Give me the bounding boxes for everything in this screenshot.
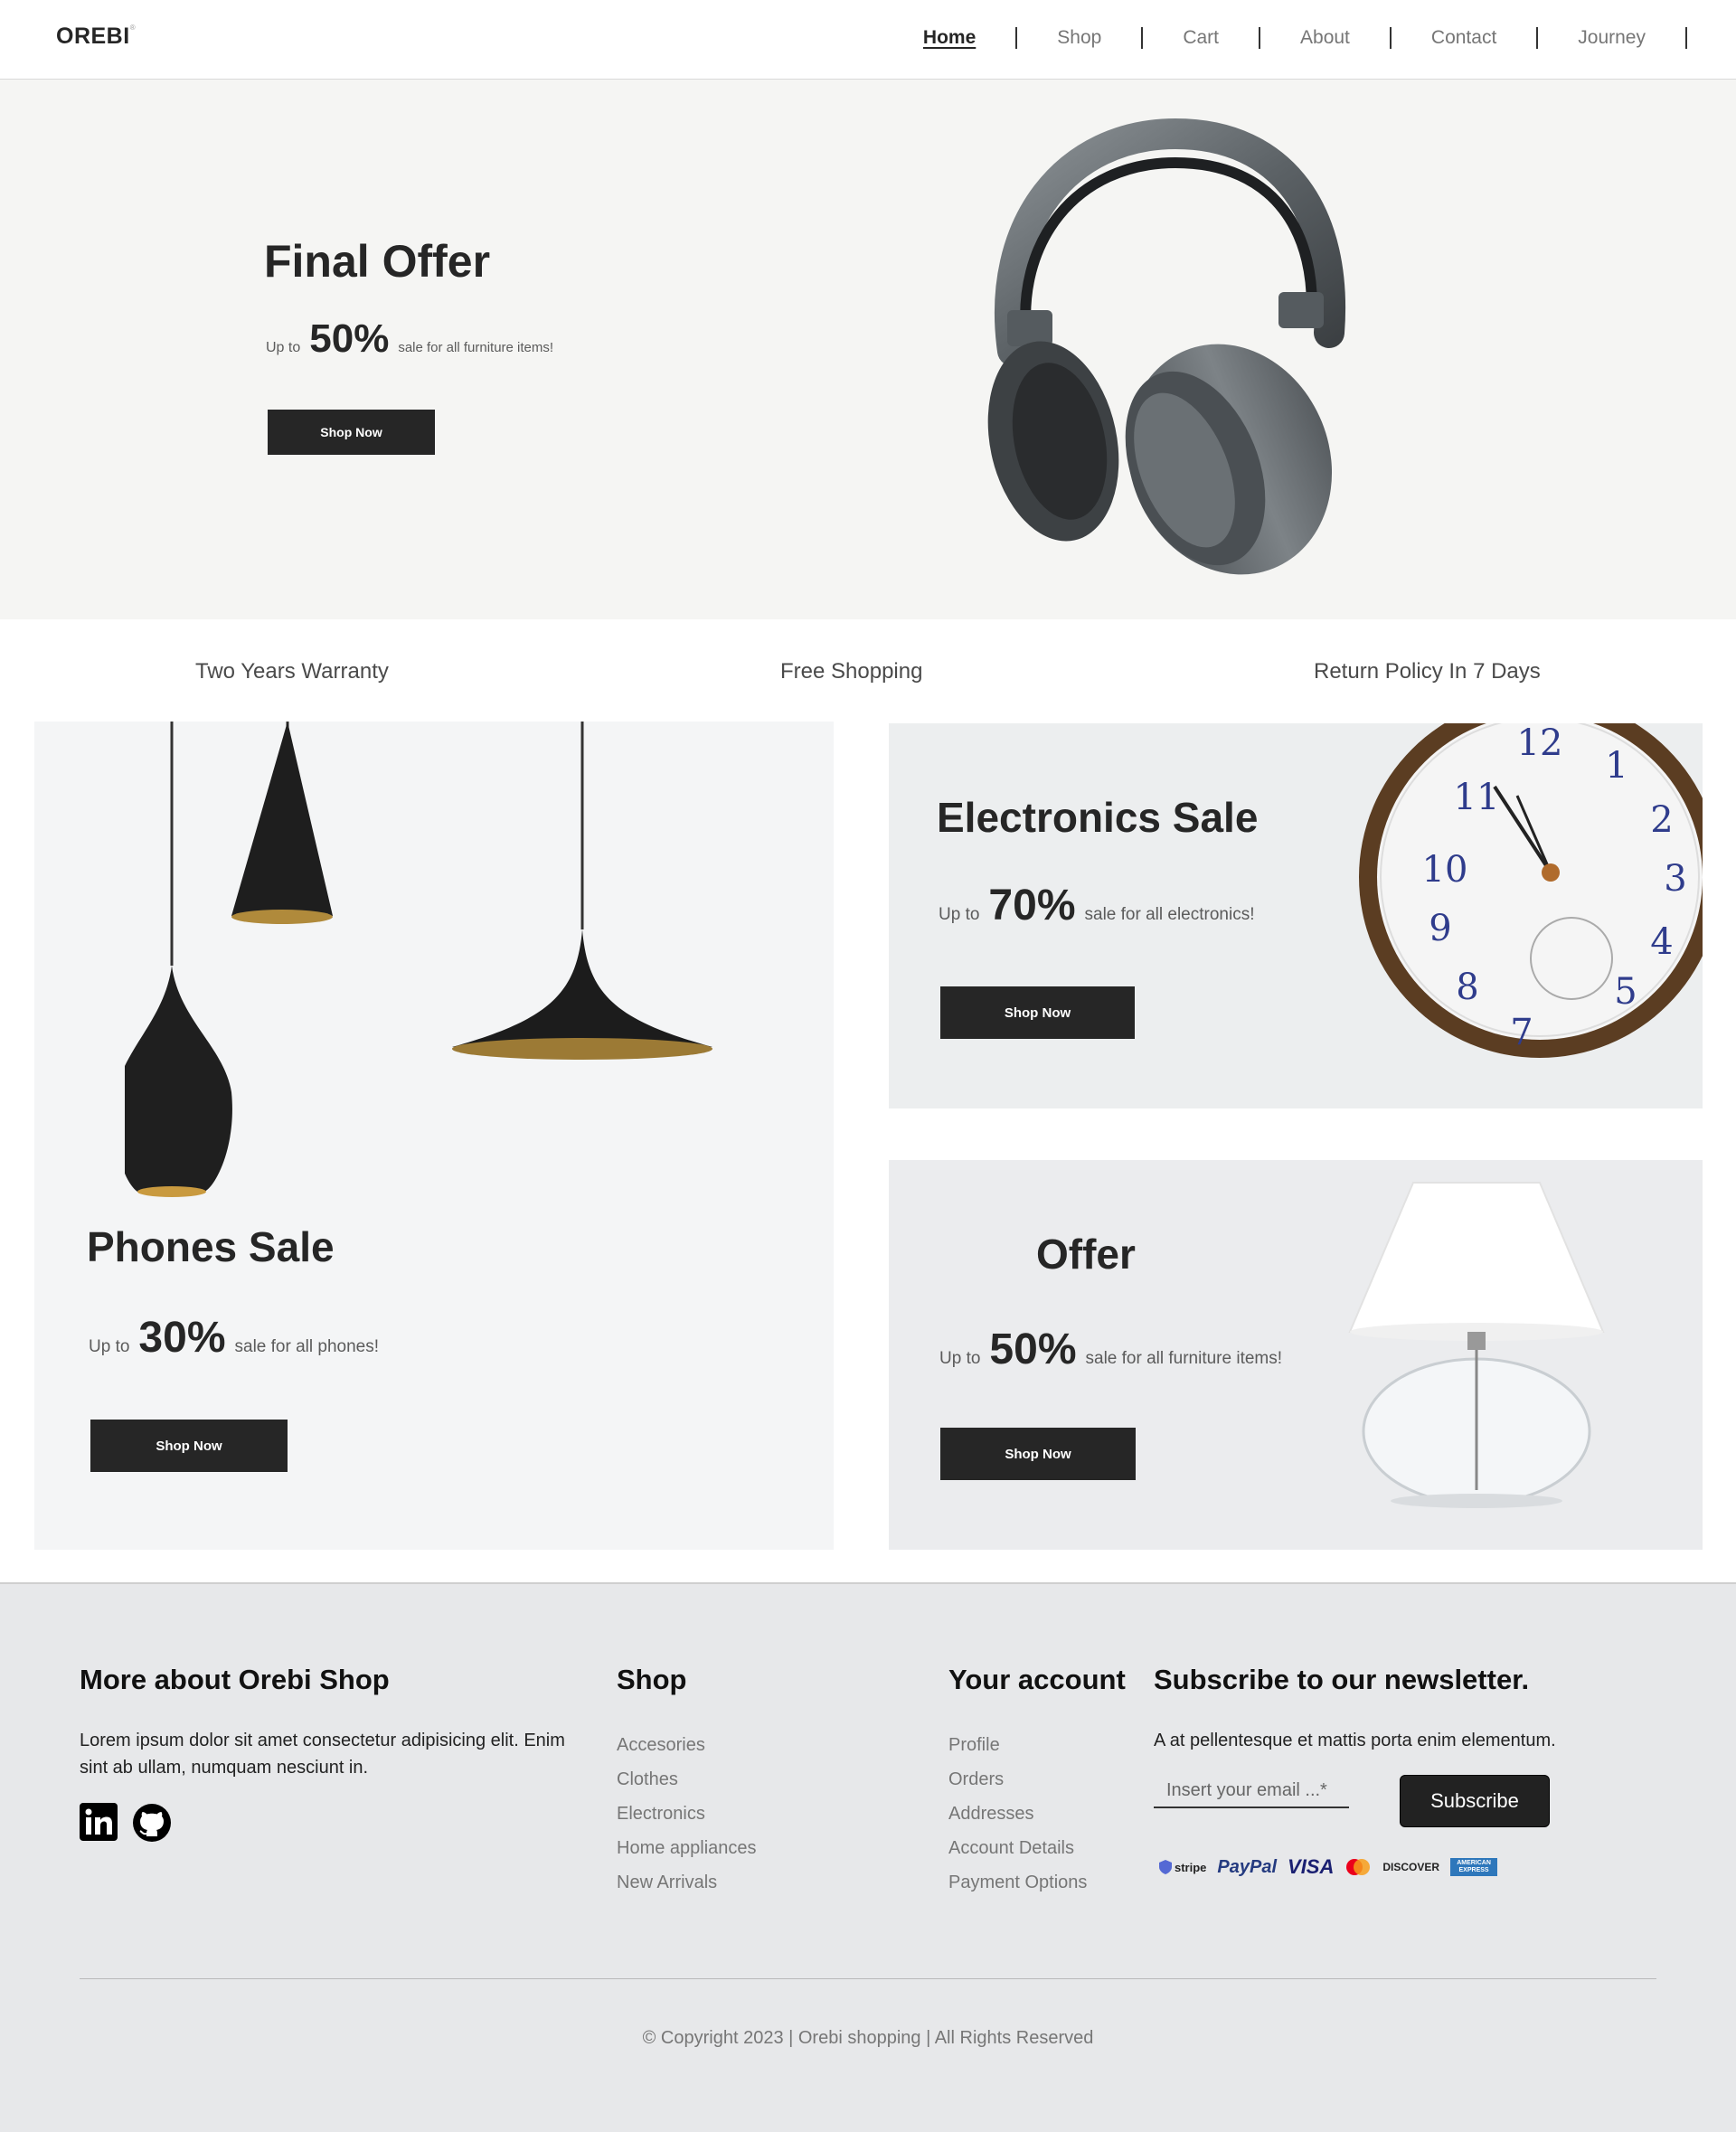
- phones-up-to: Up to: [89, 1337, 130, 1356]
- svg-text:1: 1: [1605, 745, 1628, 787]
- brand-logo[interactable]: OREBI®: [56, 24, 136, 50]
- electronics-up-to: Up to: [939, 905, 980, 924]
- github-icon[interactable]: [132, 1803, 172, 1843]
- hero-title: Final Offer: [264, 236, 491, 287]
- hero-offer-line: Up to 50% sale for all furniture items!: [266, 316, 553, 362]
- svg-text:12: 12: [1517, 723, 1563, 764]
- footer-link-orders[interactable]: Orders: [948, 1762, 1087, 1797]
- svg-text:10: 10: [1422, 849, 1468, 891]
- nav-home[interactable]: Home: [883, 27, 1018, 49]
- svg-text:4: 4: [1650, 921, 1673, 963]
- footer-link-clothes[interactable]: Clothes: [617, 1762, 757, 1797]
- feature-return-policy: Return Policy In 7 Days: [1314, 659, 1541, 684]
- svg-text:8: 8: [1456, 967, 1478, 1008]
- feature-shipping: Free Shopping: [780, 659, 923, 684]
- electronics-sale-title: Electronics Sale: [937, 794, 1259, 841]
- electronics-shop-now-button[interactable]: Shop Now: [940, 986, 1135, 1039]
- nav-cart[interactable]: Cart: [1143, 27, 1261, 49]
- footer-link-payment-options[interactable]: Payment Options: [948, 1865, 1087, 1900]
- hero-shop-now-button[interactable]: Shop Now: [268, 410, 435, 455]
- footer-shop-heading: Shop: [617, 1664, 687, 1695]
- footer-divider: [80, 1978, 1656, 1979]
- svg-text:2: 2: [1650, 799, 1673, 841]
- offer-offer-line: Up to 50% sale for all furniture items!: [939, 1325, 1282, 1374]
- newsletter-email-input[interactable]: [1154, 1774, 1349, 1808]
- social-links: [80, 1803, 172, 1843]
- mastercard-logo: [1346, 1859, 1371, 1875]
- footer-link-electronics[interactable]: Electronics: [617, 1797, 757, 1831]
- footer-account-links: Profile Orders Addresses Account Details…: [948, 1728, 1087, 1900]
- clock-image: 12 1 2 3 4 5 7 8 9 10 11: [1359, 723, 1703, 1058]
- nav-shop[interactable]: Shop: [1017, 27, 1144, 49]
- discover-logo: DISCOVER: [1382, 1861, 1440, 1873]
- headphones-image: [987, 118, 1345, 575]
- visa-logo: VISA: [1288, 1855, 1335, 1878]
- main-nav: Home Shop Cart About Contact Journey: [883, 27, 1687, 49]
- electronics-offer-line: Up to 70% sale for all electronics!: [939, 881, 1254, 930]
- offer-title: Offer: [1036, 1231, 1136, 1278]
- shield-icon: [1159, 1860, 1172, 1874]
- copyright-text: © Copyright 2023 | Orebi shopping | All …: [642, 2028, 1094, 2048]
- footer-newsletter-text: A at pellentesque et mattis porta enim e…: [1154, 1731, 1556, 1750]
- paypal-logo: PayPal: [1217, 1856, 1278, 1877]
- hero-up-to: Up to: [266, 340, 301, 355]
- offer-description: sale for all furniture items!: [1085, 1349, 1283, 1368]
- footer-link-addresses[interactable]: Addresses: [948, 1797, 1087, 1831]
- electronics-description: sale for all electronics!: [1084, 905, 1255, 924]
- payment-methods: stripe PayPal VISA DISCOVER AMERICAN EXP…: [1159, 1855, 1498, 1879]
- footer-about-heading: More about Orebi Shop: [80, 1664, 390, 1695]
- offer-percent: 50%: [989, 1325, 1077, 1373]
- footer-link-accesories[interactable]: Accesories: [617, 1728, 757, 1762]
- hero-percent: 50%: [309, 316, 390, 361]
- phones-offer-line: Up to 30% sale for all phones!: [89, 1313, 379, 1363]
- nav-journey[interactable]: Journey: [1538, 27, 1687, 49]
- promo-offer: Offer Up to 50% sale for all furniture i…: [889, 1160, 1703, 1550]
- footer-link-home-appliances[interactable]: Home appliances: [617, 1831, 757, 1865]
- electronics-percent: 70%: [988, 882, 1076, 929]
- linkedin-icon[interactable]: [80, 1803, 118, 1841]
- svg-text:5: 5: [1614, 971, 1637, 1013]
- svg-text:3: 3: [1664, 858, 1686, 900]
- stripe-logo: stripe: [1159, 1860, 1206, 1874]
- svg-text:7: 7: [1510, 1012, 1533, 1053]
- table-lamp-image: [1348, 1182, 1605, 1508]
- phones-shop-now-button[interactable]: Shop Now: [90, 1420, 288, 1472]
- feature-warranty: Two Years Warranty: [195, 659, 389, 684]
- subscribe-button[interactable]: Subscribe: [1400, 1775, 1550, 1827]
- phones-percent: 30%: [138, 1314, 226, 1362]
- phones-description: sale for all phones!: [234, 1337, 380, 1356]
- footer-newsletter-heading: Subscribe to our newsletter.: [1154, 1664, 1530, 1695]
- pendant-lamps-image: [125, 722, 712, 1197]
- hero-description: sale for all furniture items!: [398, 340, 554, 355]
- offer-shop-now-button[interactable]: Shop Now: [940, 1428, 1136, 1480]
- offer-up-to: Up to: [939, 1349, 981, 1368]
- phones-sale-title: Phones Sale: [87, 1223, 335, 1270]
- footer-link-new-arrivals[interactable]: New Arrivals: [617, 1865, 757, 1900]
- svg-text:9: 9: [1429, 908, 1451, 949]
- footer-account-heading: Your account: [948, 1664, 1126, 1695]
- footer-about-text: Lorem ipsum dolor sit amet consectetur a…: [80, 1731, 565, 1778]
- svg-text:11: 11: [1454, 777, 1500, 818]
- footer-link-profile[interactable]: Profile: [948, 1728, 1087, 1762]
- amex-logo: AMERICAN EXPRESS: [1450, 1858, 1498, 1876]
- features-bar: Two Years Warranty Free Shopping Return …: [0, 619, 1736, 719]
- nav-about[interactable]: About: [1260, 27, 1392, 49]
- hero-banner: Final Offer Up to 50% sale for all furni…: [0, 80, 1736, 619]
- promo-electronics-sale: 12 1 2 3 4 5 7 8 9 10 11 Electronics Sal…: [889, 723, 1703, 1108]
- footer-shop-links: Accesories Clothes Electronics Home appl…: [617, 1728, 757, 1900]
- site-header: OREBI® Home Shop Cart About Contact Jour…: [0, 0, 1736, 80]
- promo-phones-sale: Phones Sale Up to 30% sale for all phone…: [34, 722, 834, 1550]
- nav-contact[interactable]: Contact: [1392, 27, 1539, 49]
- footer-link-account-details[interactable]: Account Details: [948, 1831, 1087, 1865]
